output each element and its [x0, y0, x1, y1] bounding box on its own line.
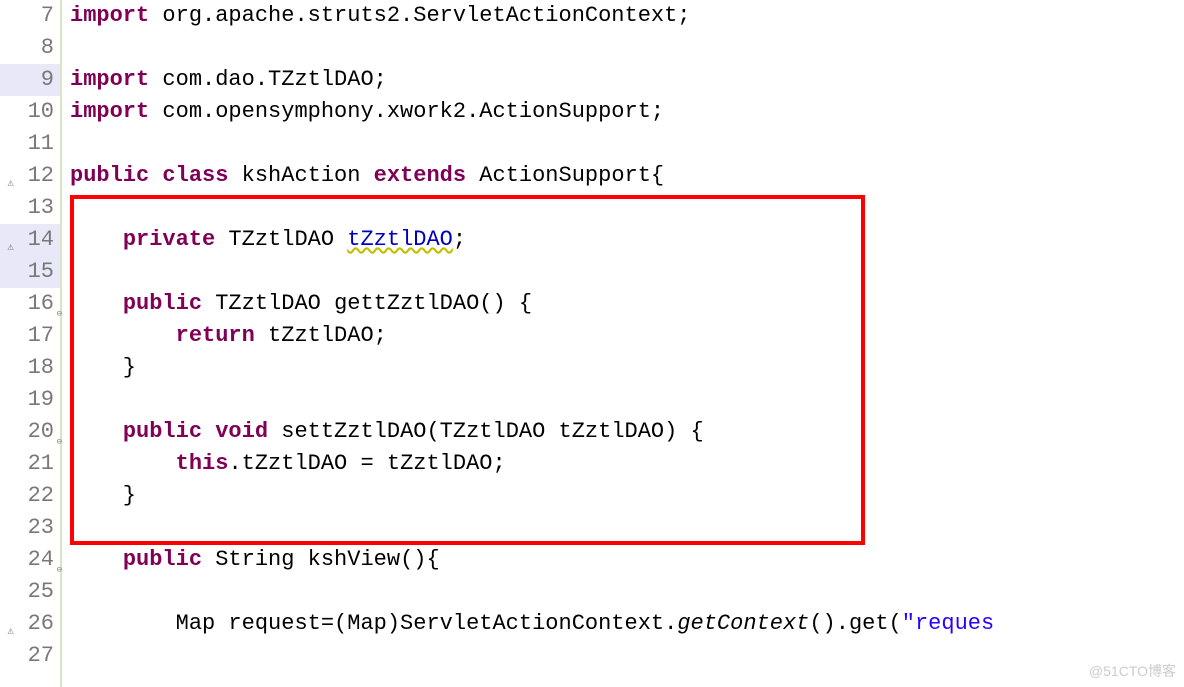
code-line[interactable]: import org.apache.struts2.ServletActionC…	[70, 0, 1184, 32]
warning-icon[interactable]: ⚠	[0, 232, 14, 246]
code-line[interactable]	[70, 512, 1184, 544]
code-line[interactable]: private TZztlDAO tZztlDAO;	[70, 224, 1184, 256]
code-line[interactable]: public class kshAction extends ActionSup…	[70, 160, 1184, 192]
gutter-line[interactable]: 18	[0, 352, 60, 384]
gutter-line[interactable]: 20⊖	[0, 416, 60, 448]
gutter-line[interactable]: 7	[0, 0, 60, 32]
code-line[interactable]	[70, 192, 1184, 224]
code-line[interactable]	[70, 640, 1184, 672]
code-line[interactable]: return tZztlDAO;	[70, 320, 1184, 352]
code-line[interactable]	[70, 384, 1184, 416]
code-line[interactable]: import com.dao.TZztlDAO;	[70, 64, 1184, 96]
gutter-line[interactable]: 10	[0, 96, 60, 128]
code-line[interactable]: public TZztlDAO gettZztlDAO() {	[70, 288, 1184, 320]
code-line[interactable]	[70, 256, 1184, 288]
gutter-line[interactable]: 17	[0, 320, 60, 352]
gutter-line[interactable]: 22	[0, 480, 60, 512]
code-line[interactable]	[70, 128, 1184, 160]
watermark-text: @51CTO博客	[1089, 661, 1176, 681]
code-line[interactable]: public String kshView(){	[70, 544, 1184, 576]
code-editor: 7 8 9 10 11 ⚠12 13 ⚠14 15 16⊖ 17 18 19 2…	[0, 0, 1184, 687]
gutter-line[interactable]: ⚠26	[0, 608, 60, 640]
gutter-line[interactable]: 27	[0, 640, 60, 672]
code-line[interactable]	[70, 32, 1184, 64]
field-reference: tZztlDAO	[347, 227, 453, 252]
code-line[interactable]: Map request=(Map)ServletActionContext.ge…	[70, 608, 1184, 640]
code-line[interactable]: this.tZztlDAO = tZztlDAO;	[70, 448, 1184, 480]
gutter-line[interactable]: 9	[0, 64, 60, 96]
gutter-line[interactable]: 8	[0, 32, 60, 64]
gutter-line[interactable]: 23	[0, 512, 60, 544]
gutter-line[interactable]: 24⊖	[0, 544, 60, 576]
gutter-line[interactable]: 25	[0, 576, 60, 608]
gutter-line[interactable]: 19	[0, 384, 60, 416]
gutter-line[interactable]: 13	[0, 192, 60, 224]
warning-icon[interactable]: ⚠	[0, 616, 14, 630]
gutter-line[interactable]: 21	[0, 448, 60, 480]
warning-icon[interactable]: ⚠	[0, 168, 14, 182]
gutter-line[interactable]: 11	[0, 128, 60, 160]
gutter-line[interactable]: ⚠12	[0, 160, 60, 192]
code-line[interactable]: import com.opensymphony.xwork2.ActionSup…	[70, 96, 1184, 128]
gutter-line[interactable]: 16⊖	[0, 288, 60, 320]
code-line[interactable]: public void settZztlDAO(TZztlDAO tZztlDA…	[70, 416, 1184, 448]
code-line[interactable]: }	[70, 352, 1184, 384]
code-line[interactable]: }	[70, 480, 1184, 512]
gutter-line[interactable]: ⚠14	[0, 224, 60, 256]
line-gutter: 7 8 9 10 11 ⚠12 13 ⚠14 15 16⊖ 17 18 19 2…	[0, 0, 62, 687]
code-content[interactable]: import org.apache.struts2.ServletActionC…	[62, 0, 1184, 687]
gutter-line[interactable]: 15	[0, 256, 60, 288]
code-line[interactable]	[70, 576, 1184, 608]
